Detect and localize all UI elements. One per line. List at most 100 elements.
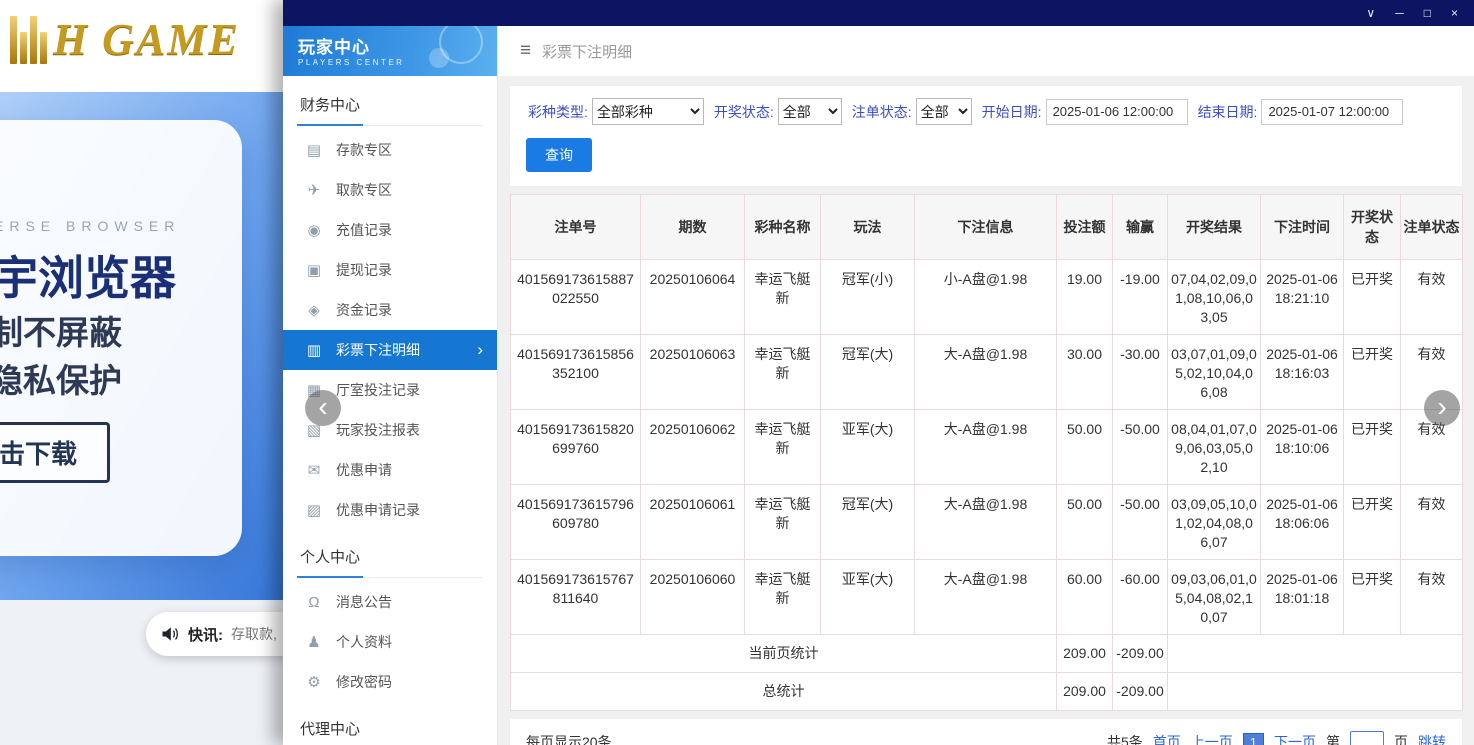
maximize-button[interactable]: □ bbox=[1424, 7, 1431, 19]
sidebar-item[interactable]: ▤存款专区 bbox=[283, 130, 497, 170]
sidebar-item-label: 修改密码 bbox=[336, 672, 392, 692]
window-body: 玩家中心 PLAYERS CENTER 财务中心▤存款专区✈取款专区 ◉ 充值记录 ▣… bbox=[283, 26, 1474, 745]
sidebar-item[interactable]: ✈取款专区 bbox=[283, 170, 497, 210]
sidebar-item-label: 玩家投注报表 bbox=[336, 420, 420, 440]
table-row: 40156917361579660978020250106061幸运飞艇新冠军(… bbox=[511, 485, 1463, 560]
table-cell: 幸运飞艇新 bbox=[745, 410, 821, 485]
jump-page-input[interactable] bbox=[1350, 731, 1384, 745]
table-cell: 幸运飞艇新 bbox=[745, 485, 821, 560]
sidebar-item[interactable]: ▣提现记录 bbox=[283, 250, 497, 290]
table-cell: 大-A盘@1.98 bbox=[915, 410, 1057, 485]
table-cell: 幸运飞艇新 bbox=[745, 260, 821, 335]
deposit-icon: ▤ bbox=[305, 141, 323, 159]
sidebar-section-title: 代理中心 bbox=[297, 710, 483, 745]
total-count: 共5条 bbox=[1107, 732, 1143, 745]
download-button[interactable]: 击下载 bbox=[0, 422, 110, 483]
player-center-window: ∨─□× 玩家中心 PLAYERS CENTER 财务中心▤存款专区✈取款专区◉… bbox=[283, 0, 1474, 745]
carousel-right-arrow[interactable]: › bbox=[1424, 390, 1460, 426]
sidebar-item-label: 充值记录 bbox=[336, 220, 392, 240]
table-cell: 有效 bbox=[1401, 560, 1463, 635]
table-cell: 2025-01-06 18:21:10 bbox=[1261, 260, 1344, 335]
bets-table: 注单号期数彩种名称玩法下注信息投注额输赢开奖结果下注时间开奖状态注单状态 401… bbox=[510, 194, 1463, 711]
pager-controls: 共5条 首页 上一页 1 下一页 第 页 跳转 bbox=[1107, 731, 1446, 745]
draw-status-select[interactable]: 全部 bbox=[778, 98, 842, 125]
table-cell: 幸运飞艇新 bbox=[745, 560, 821, 635]
table-cell: 亚军(大) bbox=[821, 410, 915, 485]
sidebar-item[interactable]: ✉优惠申请 bbox=[283, 450, 497, 490]
bet-status-select[interactable]: 全部 bbox=[916, 98, 972, 125]
table-cell: -50.00 bbox=[1113, 410, 1168, 485]
search-button[interactable]: 查询 bbox=[526, 138, 592, 172]
column-header: 期数 bbox=[641, 195, 745, 260]
main-content: ≡ 彩票下注明细 彩种类型: 全部彩种 开奖状态: 全部 bbox=[498, 26, 1474, 745]
prev-page-link[interactable]: 上一页 bbox=[1191, 732, 1233, 745]
table-cell: 20250106062 bbox=[641, 410, 745, 485]
current-page[interactable]: 1 bbox=[1243, 733, 1264, 745]
breadcrumb: ≡ 彩票下注明细 bbox=[498, 26, 1474, 76]
start-date-input[interactable] bbox=[1046, 99, 1188, 125]
table-cell: 50.00 bbox=[1057, 410, 1113, 485]
sidebar-item-label: 消息公告 bbox=[336, 592, 392, 612]
sidebar-subtitle: PLAYERS CENTER bbox=[298, 58, 497, 67]
sidebar-item[interactable]: ♟个人资料 bbox=[283, 622, 497, 662]
first-page-link[interactable]: 首页 bbox=[1153, 732, 1181, 745]
sidebar-title: 玩家中心 bbox=[298, 33, 497, 58]
sidebar-item[interactable]: ▨优惠申请记录 bbox=[283, 490, 497, 530]
table-cell: 09,03,06,01,05,04,08,02,10,07 bbox=[1168, 560, 1261, 635]
sidebar-item-label: 取款专区 bbox=[336, 180, 392, 200]
column-header: 输赢 bbox=[1113, 195, 1168, 260]
screen: H GAME ERSE BROWSER 宇浏览器 制不屏蔽 隐私保护 击下载 快… bbox=[0, 0, 1474, 745]
person-icon: ♟ bbox=[305, 633, 323, 651]
summary-bet-total: 209.00 bbox=[1057, 673, 1113, 711]
table-row: 40156917361576781164020250106060幸运飞艇新亚军(… bbox=[511, 560, 1463, 635]
close-button[interactable]: × bbox=[1451, 7, 1458, 19]
jump-suffix-label: 页 bbox=[1394, 732, 1408, 745]
table-cell: 已开奖 bbox=[1344, 410, 1401, 485]
table-cell: 20250106064 bbox=[641, 260, 745, 335]
carousel-left-arrow[interactable]: ‹ bbox=[305, 390, 341, 426]
logo-bars-icon bbox=[10, 16, 47, 64]
section-title-text: 代理中心 bbox=[297, 710, 363, 745]
lottery-type-select[interactable]: 全部彩种 bbox=[592, 98, 704, 125]
table-cell: 401569173615887022550 bbox=[511, 260, 641, 335]
table-cell: 401569173615856352100 bbox=[511, 335, 641, 410]
table-cell: 2025-01-06 18:16:03 bbox=[1261, 335, 1344, 410]
news-text: 存取款, bbox=[231, 624, 277, 644]
summary-empty bbox=[1168, 635, 1463, 673]
content-area: 彩种类型: 全部彩种 开奖状态: 全部 注单状态: 全部 bbox=[498, 76, 1474, 745]
next-page-link[interactable]: 下一页 bbox=[1274, 732, 1316, 745]
sidebar-item[interactable]: Ω 消息公告 bbox=[283, 582, 497, 622]
sidebar-section-title: 个人中心 bbox=[297, 538, 483, 578]
column-header: 开奖结果 bbox=[1168, 195, 1261, 260]
table-cell: 60.00 bbox=[1057, 560, 1113, 635]
bets-table-card: 注单号期数彩种名称玩法下注信息投注额输赢开奖结果下注时间开奖状态注单状态 401… bbox=[510, 194, 1462, 711]
chevron-down-button[interactable]: ∨ bbox=[1366, 7, 1375, 19]
news-label: 快讯: bbox=[188, 624, 223, 645]
table-cell: -60.00 bbox=[1113, 560, 1168, 635]
end-date-input[interactable] bbox=[1261, 99, 1403, 125]
sidebar-item[interactable]: ⚙修改密码 bbox=[283, 662, 497, 702]
column-header: 下注时间 bbox=[1261, 195, 1344, 260]
column-header: 彩种名称 bbox=[745, 195, 821, 260]
menu-icon[interactable]: ≡ bbox=[520, 40, 531, 62]
table-row: 40156917361582069976020250106062幸运飞艇新亚军(… bbox=[511, 410, 1463, 485]
table-header-row: 注单号期数彩种名称玩法下注信息投注额输赢开奖结果下注时间开奖状态注单状态 bbox=[511, 195, 1463, 260]
jump-button[interactable]: 跳转 bbox=[1418, 732, 1446, 745]
sidebar-item-label: 厅室投注记录 bbox=[336, 380, 420, 400]
sidebar-item[interactable]: ◉ 充值记录 bbox=[283, 210, 497, 250]
section-title-text: 财务中心 bbox=[297, 86, 363, 126]
sidebar-item-label: 提现记录 bbox=[336, 260, 392, 280]
sidebar-item[interactable]: ◈资金记录 bbox=[283, 290, 497, 330]
promo-record-icon: ▨ bbox=[305, 501, 323, 519]
chevron-right-icon: › bbox=[477, 340, 483, 360]
minimize-button[interactable]: ─ bbox=[1395, 7, 1404, 19]
table-cell: 小-A盘@1.98 bbox=[915, 260, 1057, 335]
sidebar-item[interactable]: ▥彩票下注明细› bbox=[283, 330, 497, 370]
recharge-record-icon: ◉ bbox=[305, 221, 323, 239]
filter-row: 彩种类型: 全部彩种 开奖状态: 全部 注单状态: 全部 bbox=[526, 98, 1446, 125]
draw-status-label: 开奖状态: bbox=[714, 102, 774, 122]
table-body: 40156917361588702255020250106064幸运飞艇新冠军(… bbox=[511, 260, 1463, 711]
table-cell: 有效 bbox=[1401, 260, 1463, 335]
bell-icon: Ω bbox=[305, 594, 323, 611]
funds-record-icon: ◈ bbox=[305, 301, 323, 319]
